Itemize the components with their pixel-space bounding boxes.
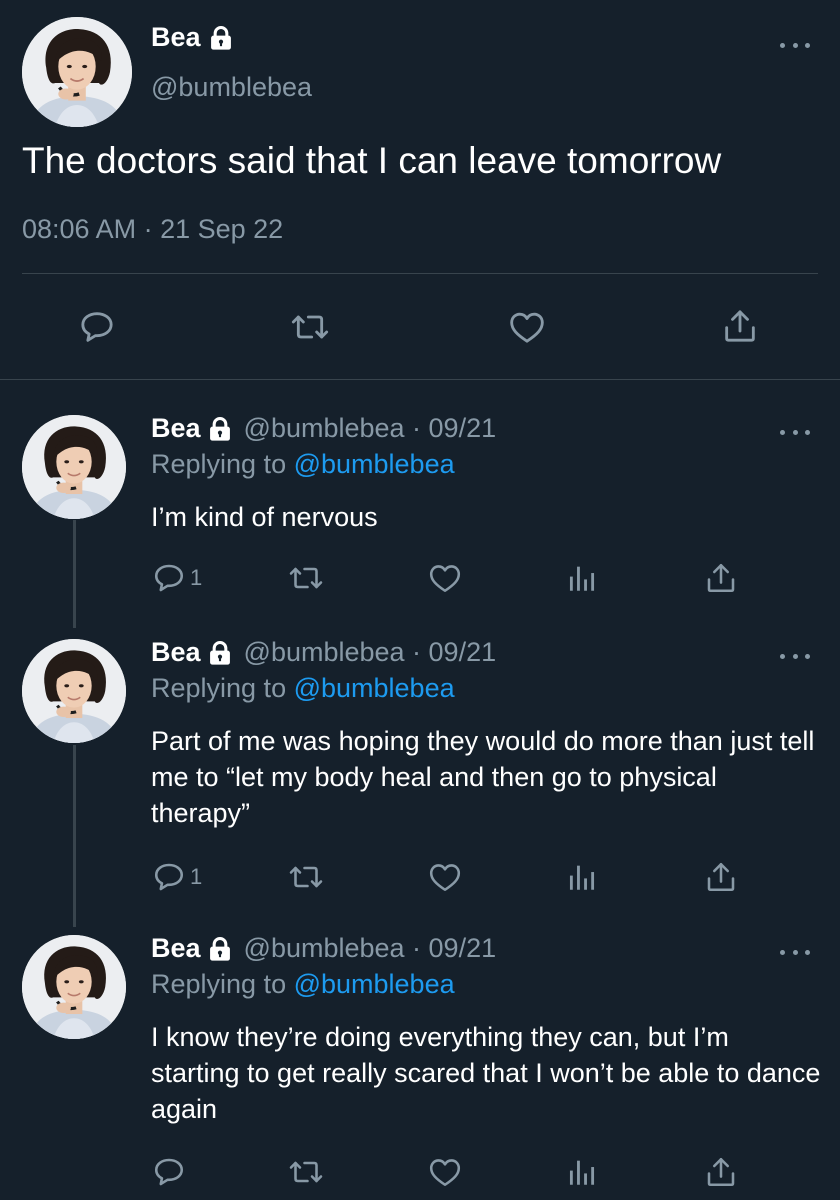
avatar[interactable] bbox=[22, 639, 126, 743]
mention-link[interactable]: @bumblebea bbox=[294, 969, 455, 999]
replying-to: Replying to @bumblebea bbox=[151, 673, 455, 704]
share-icon bbox=[703, 859, 739, 895]
reply-icon bbox=[77, 307, 117, 347]
analytics-icon bbox=[565, 1155, 599, 1189]
reply-count: 1 bbox=[190, 565, 203, 590]
reply-count: 1 bbox=[190, 864, 203, 889]
reply-icon bbox=[151, 859, 187, 895]
retweet-icon bbox=[290, 307, 330, 347]
like-button[interactable] bbox=[507, 307, 547, 347]
retweet-icon bbox=[288, 1154, 324, 1190]
reply-header: Bea @bumblebea · 09/21 bbox=[151, 933, 496, 964]
author-name[interactable]: Bea bbox=[151, 933, 201, 964]
reply-button[interactable] bbox=[151, 1154, 187, 1190]
share-button[interactable] bbox=[720, 306, 760, 346]
like-button[interactable] bbox=[427, 1154, 463, 1190]
handle-date[interactable]: @bumblebea · 09/21 bbox=[244, 637, 497, 668]
more-options-icon[interactable] bbox=[780, 649, 810, 663]
like-icon bbox=[427, 560, 463, 596]
reply-button[interactable] bbox=[77, 307, 117, 347]
analytics-icon bbox=[565, 860, 599, 894]
replying-label: Replying to bbox=[151, 673, 294, 703]
tweet-text: I’m kind of nervous bbox=[151, 502, 378, 532]
like-button[interactable] bbox=[427, 859, 463, 895]
replying-to: Replying to @bumblebea bbox=[151, 449, 455, 480]
reply-icon bbox=[151, 1154, 187, 1190]
like-button[interactable] bbox=[427, 560, 463, 596]
share-button[interactable] bbox=[703, 859, 739, 895]
handle-date[interactable]: @bumblebea · 09/21 bbox=[244, 933, 497, 964]
more-options-icon[interactable] bbox=[780, 425, 810, 439]
lock-icon bbox=[207, 24, 235, 52]
author-name-row: Bea bbox=[151, 22, 235, 53]
more-options-icon[interactable] bbox=[780, 945, 810, 959]
author-name[interactable]: Bea bbox=[151, 637, 201, 668]
reply-button[interactable]: 1 bbox=[151, 859, 202, 895]
lock-icon bbox=[206, 639, 234, 667]
share-icon bbox=[703, 560, 739, 596]
like-icon bbox=[427, 1154, 463, 1190]
replying-to: Replying to @bumblebea bbox=[151, 969, 455, 1000]
reply-tweet: Bea @bumblebea · 09/21 Replying to @bumb… bbox=[0, 413, 840, 615]
more-options-icon[interactable] bbox=[780, 38, 810, 52]
retweet-button[interactable] bbox=[288, 859, 324, 895]
retweet-icon bbox=[288, 560, 324, 596]
lock-icon bbox=[206, 935, 234, 963]
retweet-button[interactable] bbox=[288, 1154, 324, 1190]
analytics-button[interactable] bbox=[565, 860, 599, 894]
author-name[interactable]: Bea bbox=[151, 22, 201, 53]
reply-button[interactable]: 1 bbox=[151, 560, 202, 596]
share-icon bbox=[720, 306, 760, 346]
mention-link[interactable]: @bumblebea bbox=[294, 673, 455, 703]
avatar[interactable] bbox=[22, 17, 132, 127]
avatar[interactable] bbox=[22, 415, 126, 519]
share-button[interactable] bbox=[703, 1154, 739, 1190]
like-icon bbox=[427, 859, 463, 895]
mention-link[interactable]: @bumblebea bbox=[294, 449, 455, 479]
reply-header: Bea @bumblebea · 09/21 bbox=[151, 637, 496, 668]
replying-label: Replying to bbox=[151, 969, 294, 999]
author-name[interactable]: Bea bbox=[151, 413, 201, 444]
reply-header: Bea @bumblebea · 09/21 bbox=[151, 413, 496, 444]
author-handle[interactable]: @bumblebea bbox=[151, 72, 312, 103]
analytics-button[interactable] bbox=[565, 561, 599, 595]
reply-icon bbox=[151, 560, 187, 596]
analytics-icon bbox=[565, 561, 599, 595]
tweet-text: The doctors said that I can leave tomorr… bbox=[22, 140, 722, 181]
reply-tweet: Bea @bumblebea · 09/21 Replying to @bumb… bbox=[0, 933, 840, 1200]
retweet-icon bbox=[288, 859, 324, 895]
replying-label: Replying to bbox=[151, 449, 294, 479]
divider bbox=[0, 379, 840, 380]
share-icon bbox=[703, 1154, 739, 1190]
tweet-timestamp[interactable]: 08:06 AM · 21 Sep 22 bbox=[22, 214, 283, 245]
divider bbox=[22, 273, 818, 274]
like-icon bbox=[507, 307, 547, 347]
analytics-button[interactable] bbox=[565, 1155, 599, 1189]
avatar[interactable] bbox=[22, 935, 126, 1039]
retweet-button[interactable] bbox=[288, 560, 324, 596]
handle-date[interactable]: @bumblebea · 09/21 bbox=[244, 413, 497, 444]
share-button[interactable] bbox=[703, 560, 739, 596]
lock-icon bbox=[206, 415, 234, 443]
main-tweet: Bea @bumblebea The doctors said that I c… bbox=[0, 0, 840, 380]
tweet-thread: Bea @bumblebea The doctors said that I c… bbox=[0, 0, 840, 1200]
tweet-text: Part of me was hoping they would do more… bbox=[151, 726, 815, 828]
tweet-text: I know they’re doing everything they can… bbox=[151, 1022, 821, 1124]
reply-tweet: Bea @bumblebea · 09/21 Replying to @bumb… bbox=[0, 637, 840, 919]
retweet-button[interactable] bbox=[290, 307, 330, 347]
